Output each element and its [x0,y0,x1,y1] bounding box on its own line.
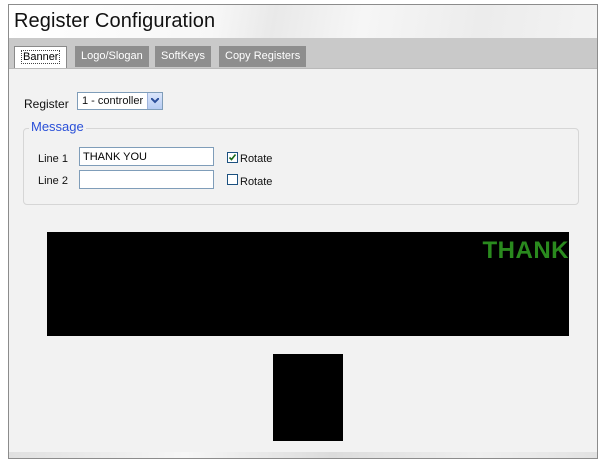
line1-label: Line 1 [38,153,68,165]
line2-input[interactable] [79,170,214,189]
tab-bar: Banner Logo/Slogan SoftKeys Copy Registe… [9,38,597,68]
line1-input[interactable] [79,147,214,166]
tab-logo-slogan[interactable]: Logo/Slogan [75,46,149,67]
register-label: Register [24,97,69,111]
logo-preview [273,354,343,441]
line1-rotate-checkbox[interactable] [227,152,238,163]
tab-softkeys[interactable]: SoftKeys [155,46,212,67]
line1-rotate-label: Rotate [240,153,273,165]
tab-copy-registers[interactable]: Copy Registers [219,46,307,67]
dropdown-button[interactable] [147,93,162,109]
banner-preview-text: THANK [482,237,569,264]
banner-tab-panel: Register 1 - controller Message Line 1 R… [9,68,597,458]
line2-label: Line 2 [38,175,68,187]
line2-rotate-label: Rotate [240,176,273,188]
chevron-down-icon [151,98,159,104]
register-configuration-window: Register Configuration Banner Logo/Sloga… [8,4,598,459]
tab-banner-label: Banner [21,50,61,64]
banner-preview: THANK [47,232,569,336]
title-bar: Register Configuration [9,5,597,38]
checkmark-icon [228,154,237,161]
bottom-border [9,452,597,458]
register-select[interactable]: 1 - controller [77,92,163,110]
message-fieldset [23,128,579,205]
line2-rotate-checkbox[interactable] [227,174,238,185]
message-legend: Message [29,119,86,134]
page-title: Register Configuration [14,10,216,32]
register-select-value: 1 - controller [82,95,144,107]
tab-banner[interactable]: Banner [14,46,68,68]
